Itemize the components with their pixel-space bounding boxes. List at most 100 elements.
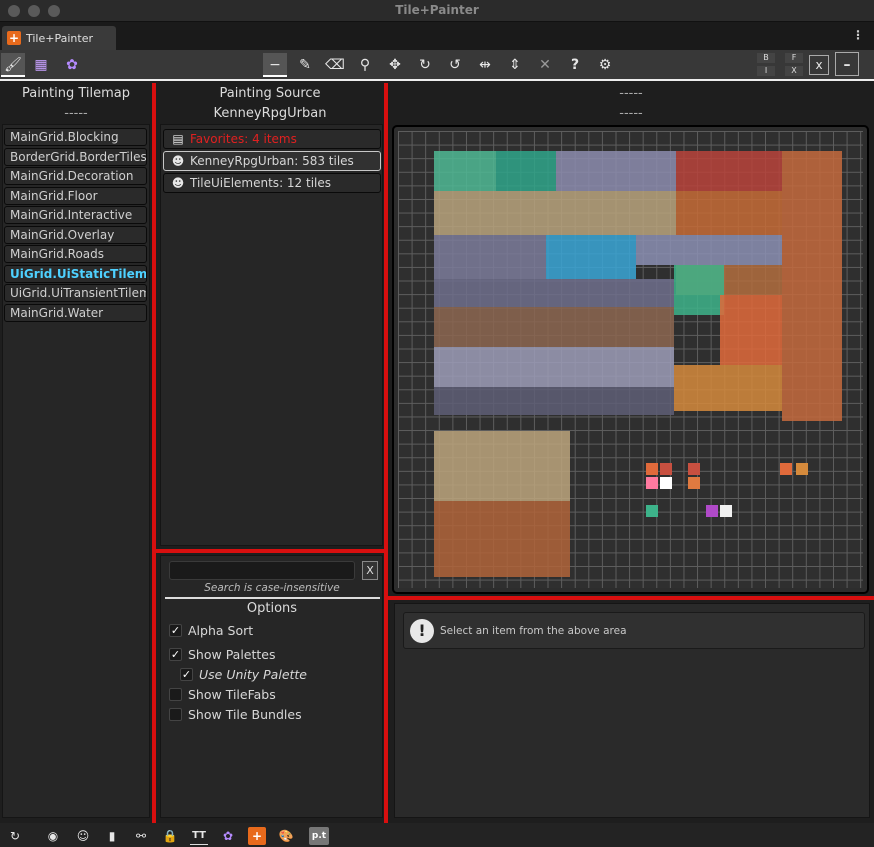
lock-icon[interactable]: 🔒 (161, 827, 179, 845)
preview-panel-subtitle: ----- (619, 106, 643, 121)
option-checkbox[interactable]: ✓ (169, 624, 182, 637)
tile-sheet-block[interactable] (556, 151, 676, 191)
grid-icon[interactable]: ▦ (29, 53, 53, 77)
palette-cluster-icon[interactable]: ✿ (219, 827, 237, 845)
clipboard-icon: ▤ (172, 132, 184, 146)
tilemap-item[interactable]: MainGrid.Blocking (4, 128, 147, 146)
tile-cell[interactable] (796, 463, 808, 475)
tile-cell[interactable] (660, 463, 672, 475)
tilemap-item[interactable]: MainGrid.Interactive (4, 206, 147, 224)
option-label[interactable]: Use Unity Palette (199, 667, 307, 682)
help-icon[interactable]: ? (563, 53, 587, 77)
option-checkbox[interactable] (169, 688, 182, 701)
paint-icon[interactable]: ✎ (293, 53, 317, 77)
tile-sheet-block[interactable] (636, 235, 782, 265)
tilemap-item[interactable]: MainGrid.Water (4, 303, 147, 322)
tile-sheet-block[interactable] (434, 347, 674, 387)
close-icon[interactable]: ✕ (533, 53, 557, 77)
tilemap-item[interactable]: MainGrid.Roads (4, 245, 147, 263)
divider-source-options (155, 549, 385, 553)
tile-sheet-block[interactable] (434, 151, 496, 191)
window-title: Tile+Painter (395, 3, 479, 17)
tile-sheet-block[interactable] (434, 387, 674, 415)
option-label[interactable]: Show Palettes (188, 647, 276, 662)
tile-sheet-block[interactable] (434, 279, 674, 307)
tilemap-item[interactable]: MainGrid.Overlay (4, 225, 147, 244)
option-label[interactable]: Alpha Sort (188, 623, 253, 638)
move-icon[interactable]: ✥ (383, 53, 407, 77)
pt-icon[interactable]: p.t (309, 827, 329, 845)
plus-icon: + (7, 31, 21, 45)
paint-brush-icon[interactable]: 🖌 (1, 53, 25, 77)
tile-cell[interactable] (780, 463, 792, 475)
palette-icon: ☻ (171, 176, 185, 190)
mini-button-x[interactable]: X (785, 66, 803, 76)
tile-cell[interactable] (660, 477, 672, 489)
search-clear-button[interactable]: X (362, 561, 378, 580)
tile-sheet-block[interactable] (546, 235, 636, 279)
rotate-ccw-icon[interactable]: ↺ (443, 53, 467, 77)
tile-sheet-block[interactable] (674, 365, 782, 411)
tile-palette-grid[interactable] (392, 125, 869, 594)
tile-sheet-block[interactable] (676, 191, 782, 235)
tile-sheet-block[interactable] (434, 307, 674, 347)
clear-button[interactable]: x (809, 55, 829, 75)
palette-icon[interactable]: 🎨 (277, 827, 295, 845)
tilemap-item[interactable]: UiGrid.UiStaticTilemap (4, 264, 147, 283)
tilemap-item[interactable]: BorderGrid.BorderTiles (4, 147, 147, 166)
trash-icon[interactable]: ▮ (103, 827, 121, 845)
face-icon[interactable]: ☺ (74, 827, 92, 845)
eye-icon[interactable]: ◉ (44, 827, 62, 845)
tile-cell[interactable] (688, 477, 700, 489)
source-item-label: Favorites: 4 items (190, 132, 297, 146)
tile-sheet-block[interactable] (674, 265, 724, 315)
tile-sheet-block[interactable] (496, 151, 556, 191)
option-label[interactable]: Show Tile Bundles (188, 707, 302, 722)
tile-sheet-block[interactable] (782, 151, 842, 421)
option-checkbox[interactable]: ✓ (169, 648, 182, 661)
kebab-menu-icon[interactable]: ⋮ (852, 28, 864, 42)
tile-sheet-block[interactable] (434, 191, 676, 235)
mini-button-b[interactable]: B (757, 53, 775, 63)
source-item[interactable]: ☻ TileUiElements: 12 tiles (163, 173, 381, 193)
minus-tool-button[interactable]: − (263, 53, 287, 77)
tile-sheet-block[interactable] (434, 431, 570, 501)
tile-cell[interactable] (646, 505, 658, 517)
rotate-cw-icon[interactable]: ↻ (413, 53, 437, 77)
tile-cell[interactable] (706, 505, 718, 517)
tilemap-item[interactable]: MainGrid.Decoration (4, 167, 147, 185)
flip-y-icon[interactable]: ⇕ (503, 53, 527, 77)
text-icon[interactable]: TT (190, 827, 208, 845)
tile-cell[interactable] (688, 463, 700, 475)
tile-sheet-block[interactable] (434, 501, 570, 577)
tilemap-item[interactable]: MainGrid.Floor (4, 186, 147, 205)
tile-cell[interactable] (720, 505, 732, 517)
source-item[interactable]: ☻ KenneyRpgUrban: 583 tiles (163, 151, 381, 171)
tile-cell[interactable] (646, 463, 658, 475)
tile-sheet-block[interactable] (434, 235, 546, 279)
minimize-panel-button[interactable]: – (835, 52, 859, 76)
refresh-icon[interactable]: ↻ (6, 827, 24, 845)
option-checkbox[interactable]: ✓ (180, 668, 193, 681)
mini-button-i[interactable]: I (757, 66, 775, 76)
eraser-icon[interactable]: ⌫ (323, 53, 347, 77)
tilemap-item[interactable]: UiGrid.UiTransientTilemap (4, 284, 147, 302)
tab-label: Tile+Painter (26, 32, 93, 45)
palette-cluster-icon[interactable]: ✿ (60, 53, 84, 77)
search-input[interactable] (169, 561, 355, 580)
tab-tile-painter[interactable]: + Tile+Painter (2, 26, 116, 50)
option-label[interactable]: Show TileFabs (188, 687, 276, 702)
tile-palette-cells[interactable] (398, 131, 863, 588)
eyedropper-icon[interactable]: ⚲ (353, 53, 377, 77)
flip-x-icon[interactable]: ⇹ (473, 53, 497, 77)
tile-sheet-block[interactable] (720, 295, 782, 365)
source-item[interactable]: ▤ Favorites: 4 items (163, 129, 381, 149)
options-title: Options (246, 601, 298, 616)
gear-icon[interactable]: ⚙ (593, 53, 617, 77)
plus-icon[interactable]: + (248, 827, 266, 845)
option-checkbox[interactable] (169, 708, 182, 721)
tile-sheet-block[interactable] (676, 151, 782, 191)
mini-button-f[interactable]: F (785, 53, 803, 63)
link-icon[interactable]: ⚯ (132, 827, 150, 845)
tile-cell[interactable] (646, 477, 658, 489)
